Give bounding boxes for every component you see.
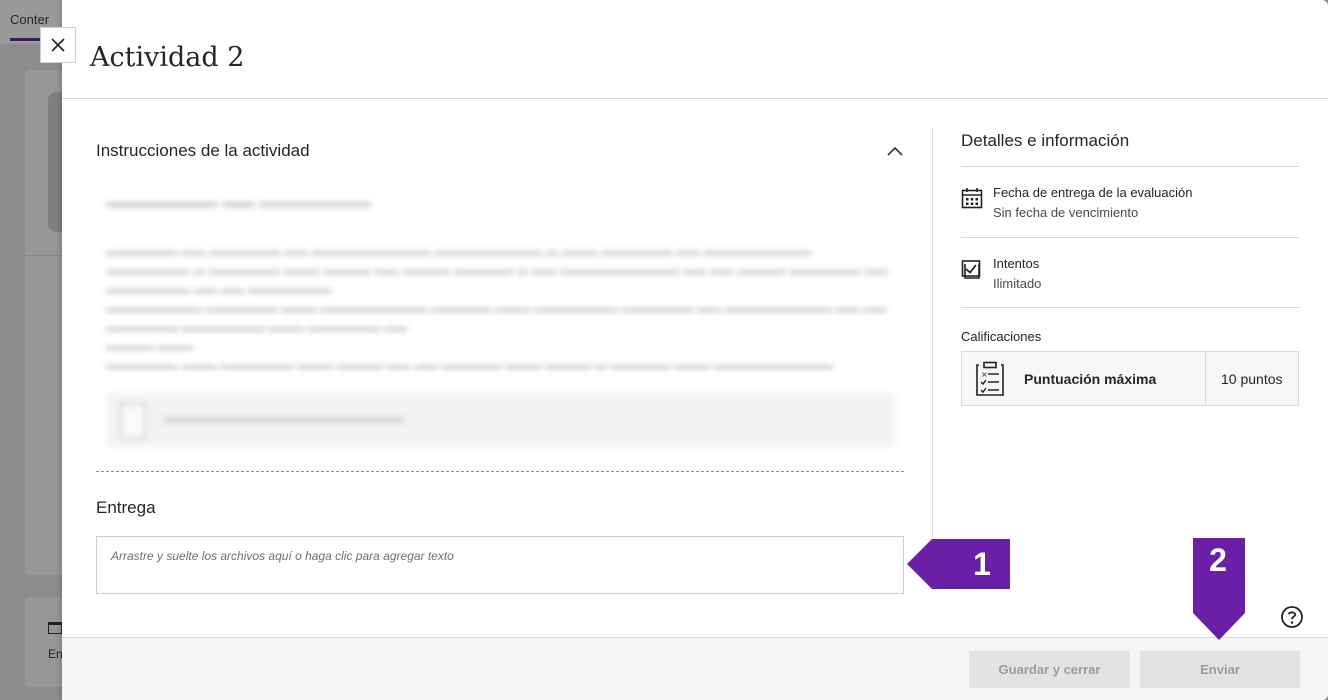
- submission-dropzone[interactable]: Arrastre y suelte los archivos aquí o ha…: [96, 536, 904, 594]
- checkbox-icon: [961, 260, 981, 279]
- rubric-checklist-icon: ×: [976, 361, 1004, 396]
- attempts-value: Ilimitado: [993, 276, 1042, 291]
- due-date-value: Sin fecha de vencimiento: [993, 205, 1139, 220]
- grading-label: Calificaciones: [961, 329, 1042, 344]
- attempts-title: Intentos: [993, 256, 1040, 271]
- background-card-2-label: En: [48, 647, 63, 661]
- blurred-instructions-content: ▬▬▬▬▬▬▬ ▬▬ ▬▬▬▬▬▬▬ ▬▬▬▬▬▬ ▬▬ ▬▬▬▬▬▬ ▬▬ ▬…: [106, 194, 896, 447]
- folder-icon: [48, 622, 62, 634]
- max-score-value: 10 puntos: [1221, 371, 1283, 387]
- callout-number-2: 2: [1209, 542, 1227, 578]
- max-score-label: Puntuación máxima: [1024, 371, 1157, 387]
- submission-heading: Entrega: [96, 498, 156, 517]
- due-date-title: Fecha de entrega de la evaluación: [993, 185, 1193, 200]
- callout-number-1: 1: [973, 546, 991, 582]
- activity-panel: Actividad 2 Instrucciones de la activida…: [62, 0, 1328, 700]
- submit-button[interactable]: Enviar: [1140, 651, 1300, 688]
- details-divider: [961, 237, 1299, 238]
- calendar-icon: [961, 188, 983, 209]
- help-circle-icon[interactable]: [1280, 605, 1304, 629]
- svg-text:×: ×: [981, 370, 988, 379]
- column-divider: [932, 128, 933, 593]
- details-heading: Detalles e información: [961, 131, 1130, 150]
- close-button-tail: [62, 63, 76, 77]
- panel-footer: [62, 637, 1328, 700]
- details-divider: [961, 307, 1299, 308]
- chevron-up-icon[interactable]: [886, 143, 904, 161]
- close-button[interactable]: [40, 27, 76, 63]
- page-title: Actividad 2: [90, 42, 245, 73]
- save-and-close-button[interactable]: Guardar y cerrar: [969, 651, 1130, 688]
- close-icon: [51, 38, 65, 52]
- grading-separator: [1205, 352, 1206, 405]
- instructions-column: Instrucciones de la actividad ▬▬▬▬▬▬▬ ▬▬…: [96, 99, 904, 637]
- background-tab-content: Conter: [10, 12, 50, 27]
- instructions-heading: Instrucciones de la actividad: [96, 141, 310, 160]
- grading-box: × Puntuación máxima 10 puntos: [961, 351, 1299, 406]
- details-divider: [961, 166, 1299, 167]
- section-divider: [96, 471, 904, 472]
